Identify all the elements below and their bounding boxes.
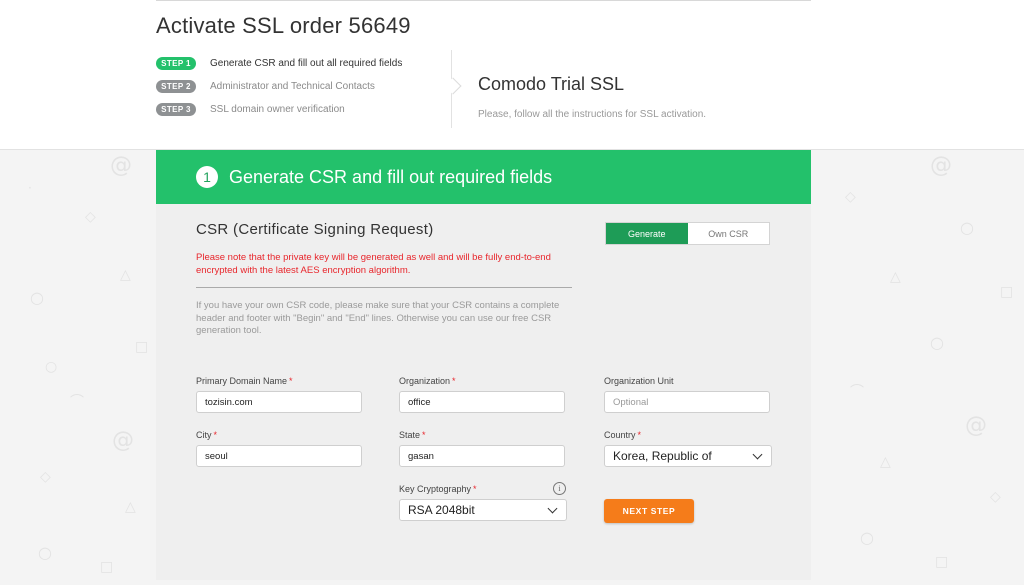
header-top-border <box>156 0 811 1</box>
organization-unit-label: Organization Unit <box>604 376 674 386</box>
key-cryptography-select[interactable]: RSA 2048bit <box>399 499 567 521</box>
chevron-right-icon <box>444 77 462 95</box>
chevron-down-icon <box>752 449 763 459</box>
own-csr-button[interactable]: Own CSR <box>688 223 770 244</box>
info-icon[interactable]: i <box>553 482 566 495</box>
city-label: City * <box>196 430 218 440</box>
city-input[interactable] <box>196 445 362 467</box>
step-3-label: SSL domain owner verification <box>210 104 345 115</box>
step-1: STEP 1 Generate CSR and fill out all req… <box>156 52 402 75</box>
generate-button[interactable]: Generate <box>606 223 688 244</box>
organization-unit-field: Organization Unit <box>604 375 770 413</box>
step-list: STEP 1 Generate CSR and fill out all req… <box>156 52 402 121</box>
country-value: Korea, Republic of <box>613 449 712 463</box>
primary-domain-label: Primary Domain Name * <box>196 376 293 386</box>
state-input[interactable] <box>399 445 565 467</box>
state-field: State * <box>399 429 565 467</box>
csr-mode-toggle: Generate Own CSR <box>605 222 770 245</box>
encryption-warning: Please note that the private key will be… <box>196 252 551 276</box>
step-2: STEP 2 Administrator and Technical Conta… <box>156 75 402 98</box>
key-cryptography-label: Key Cryptography * <box>399 484 477 494</box>
csr-card: 1 Generate CSR and fill out required fie… <box>156 150 811 580</box>
step-3-badge: STEP 3 <box>156 103 196 116</box>
country-select[interactable]: Korea, Republic of <box>604 445 772 467</box>
country-field: Country * Korea, Republic of <box>604 429 772 467</box>
chevron-down-icon <box>547 503 558 513</box>
state-label: State * <box>399 430 426 440</box>
step-2-label: Administrator and Technical Contacts <box>210 81 375 92</box>
page-title: Activate SSL order 56649 <box>156 13 411 38</box>
product-name: Comodo Trial SSL <box>478 74 625 94</box>
step-2-badge: STEP 2 <box>156 80 196 93</box>
step-1-badge: STEP 1 <box>156 57 196 70</box>
key-cryptography-value: RSA 2048bit <box>408 503 475 517</box>
step-3: STEP 3 SSL domain owner verification <box>156 98 402 121</box>
country-label: Country * <box>604 430 642 440</box>
product-subtitle: Please, follow all the instructions for … <box>478 109 707 120</box>
next-step-button[interactable]: NEXT STEP <box>604 499 694 523</box>
organization-input[interactable] <box>399 391 565 413</box>
section-number-badge: 1 <box>196 166 218 188</box>
activation-header: Activate SSL order 56649 STEP 1 Generate… <box>0 0 1024 150</box>
organization-unit-input[interactable] <box>604 391 770 413</box>
key-cryptography-field: Key Cryptography * i RSA 2048bit <box>399 482 567 521</box>
organization-label: Organization * <box>399 376 456 386</box>
organization-field: Organization * <box>399 375 565 413</box>
section-banner: 1 Generate CSR and fill out required fie… <box>156 150 811 204</box>
csr-info-text: If you have your own CSR code, please ma… <box>196 300 560 336</box>
city-field: City * <box>196 429 362 467</box>
csr-heading: CSR (Certificate Signing Request) <box>196 221 434 238</box>
section-title: Generate CSR and fill out required field… <box>229 166 553 187</box>
section-divider <box>196 287 572 288</box>
step-1-label: Generate CSR and fill out all required f… <box>210 58 403 69</box>
primary-domain-field: Primary Domain Name * <box>196 375 362 413</box>
primary-domain-input[interactable] <box>196 391 362 413</box>
